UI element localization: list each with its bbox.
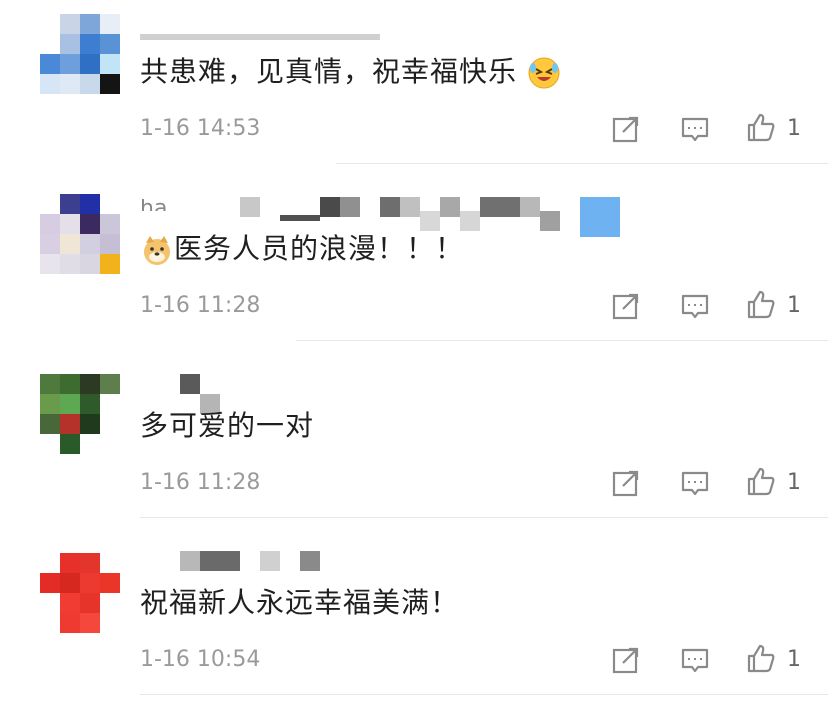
comment-icon	[681, 648, 709, 673]
laughing-crying-emoji	[527, 56, 561, 90]
divider	[296, 340, 828, 341]
comment-item: 祝福新人永远幸福美满！ 1-16 10:54 1	[0, 531, 828, 708]
comment-time: 1-16 11:28	[140, 293, 261, 318]
share-button[interactable]	[611, 291, 641, 321]
avatar[interactable]	[40, 194, 120, 274]
comment-button[interactable]	[680, 114, 710, 144]
comment-icon	[681, 117, 709, 142]
comment-text-content: 多可爱的一对	[140, 409, 315, 442]
like-button[interactable]	[746, 466, 776, 496]
comment-icon	[681, 471, 709, 496]
share-icon	[612, 116, 639, 143]
divider	[140, 517, 828, 518]
like-button[interactable]	[746, 643, 776, 673]
share-icon	[612, 470, 639, 497]
avatar[interactable]	[40, 374, 120, 454]
username[interactable]: ha	[140, 191, 620, 237]
like-button[interactable]	[746, 289, 776, 319]
comment-item: ha 医务人员的浪漫！！！ 1-16 11:28	[0, 177, 828, 354]
comment-text-content: 祝福新人永远幸福美满！	[140, 586, 460, 619]
avatar[interactable]	[40, 553, 120, 633]
comment-text: 共患难，见真情，祝幸福快乐	[140, 52, 561, 92]
thumbs-up-icon	[747, 113, 775, 142]
thumbs-up-icon	[747, 467, 775, 496]
comment-text-content: 共患难，见真情，祝幸福快乐	[140, 55, 518, 88]
username-redacted[interactable]	[140, 551, 340, 571]
comment-text: 医务人员的浪漫！！！	[140, 229, 464, 269]
comment-text-content: 医务人员的浪漫！！！	[174, 232, 465, 265]
comment-button[interactable]	[680, 291, 710, 321]
share-button[interactable]	[611, 645, 641, 675]
comment-item: 多可爱的一对 1-16 11:28 1	[0, 354, 828, 531]
doge-emoji	[140, 233, 174, 267]
divider	[336, 163, 828, 164]
comment-item: 共患难，见真情，祝幸福快乐 1-16 14:53 1	[0, 0, 828, 177]
share-icon	[612, 293, 639, 320]
thumbs-up-icon	[747, 644, 775, 673]
comment-time: 1-16 11:28	[140, 470, 261, 495]
comment-text: 多可爱的一对	[140, 406, 314, 446]
avatar[interactable]	[40, 14, 120, 94]
share-button[interactable]	[611, 468, 641, 498]
thumbs-up-icon	[747, 290, 775, 319]
comment-time: 1-16 14:53	[140, 116, 261, 141]
comment-text: 祝福新人永远幸福美满！	[140, 583, 459, 623]
like-button[interactable]	[746, 112, 776, 142]
share-icon	[612, 647, 639, 674]
comment-time: 1-16 10:54	[140, 647, 261, 672]
divider	[140, 694, 828, 695]
comment-icon	[681, 294, 709, 319]
like-count: 1	[787, 116, 801, 141]
like-count: 1	[787, 470, 801, 495]
like-count: 1	[787, 647, 801, 672]
comment-button[interactable]	[680, 468, 710, 498]
username-redacted[interactable]	[140, 34, 380, 40]
like-count: 1	[787, 293, 801, 318]
share-button[interactable]	[611, 114, 641, 144]
username-text: ha	[140, 199, 167, 211]
comment-button[interactable]	[680, 645, 710, 675]
